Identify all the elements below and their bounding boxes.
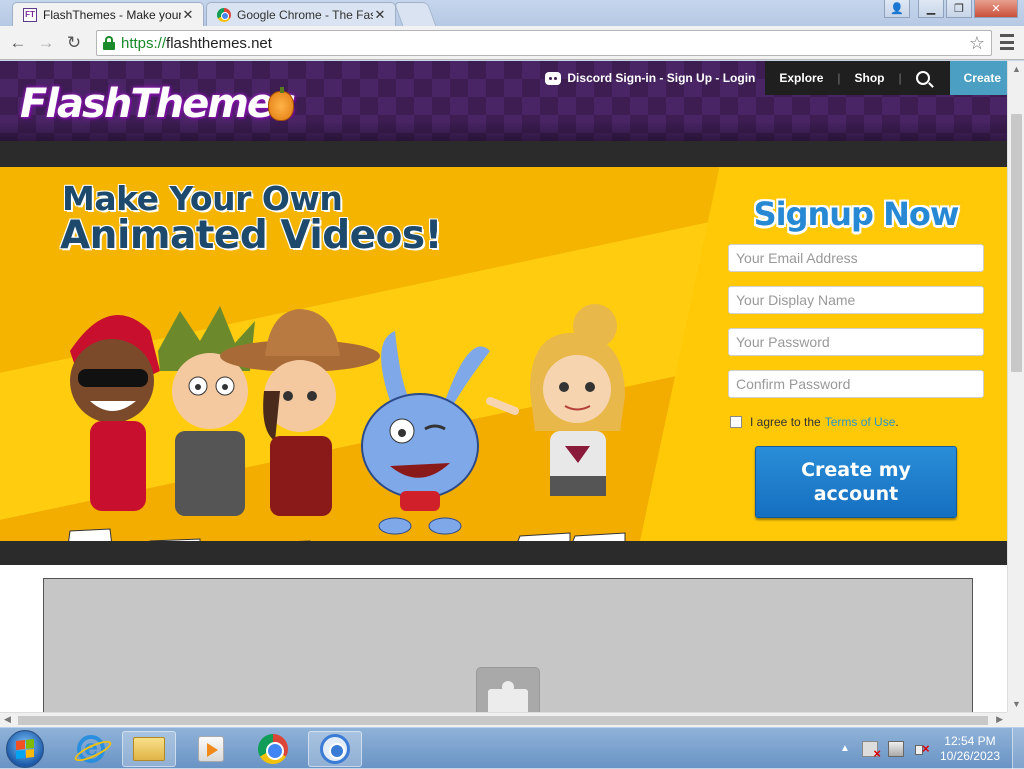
tab-flashthemes[interactable]: FT FlashThemes - Make your ✕ bbox=[12, 2, 204, 26]
email-field[interactable] bbox=[728, 244, 984, 272]
bookmark-star-icon[interactable]: ☆ bbox=[969, 33, 985, 54]
terms-agree-suffix: . bbox=[895, 415, 899, 429]
scroll-left-arrow-icon[interactable]: ◀ bbox=[4, 714, 11, 725]
terms-agreement: I agree to the Terms of Use . bbox=[730, 415, 899, 429]
tab-title: Google Chrome - The Fas bbox=[237, 7, 373, 22]
chrome-menu-icon[interactable] bbox=[1000, 34, 1014, 50]
windows-logo-icon bbox=[16, 739, 34, 759]
scroll-right-arrow-icon[interactable]: ▶ bbox=[996, 714, 1003, 725]
discord-icon bbox=[545, 71, 562, 85]
clock-date: 10/26/2023 bbox=[939, 748, 1000, 763]
nav-separator: | bbox=[898, 71, 902, 85]
create-account-button[interactable]: Create my account bbox=[755, 446, 957, 518]
vertical-scrollbar[interactable]: ▲ ▼ bbox=[1007, 61, 1024, 712]
scroll-down-arrow-icon[interactable]: ▼ bbox=[1012, 699, 1021, 709]
browser-tab-strip: FT FlashThemes - Make your ✕ Google Chro… bbox=[0, 0, 1024, 26]
character-blue-creature bbox=[361, 331, 490, 535]
pumpkin-icon bbox=[268, 87, 294, 121]
internet-explorer-taskbar-icon[interactable] bbox=[64, 731, 118, 767]
close-window-button[interactable]: ✕ bbox=[974, 0, 1018, 18]
hero-bottom-band bbox=[0, 541, 1007, 565]
browser-toolbar: ← → ↻ https:// flashthemes.net ☆ bbox=[0, 26, 1024, 60]
tab-title: FlashThemes - Make your bbox=[43, 7, 181, 22]
character-blonde-girl bbox=[486, 304, 626, 541]
show-hidden-icons-arrow-icon[interactable]: ▲ bbox=[840, 743, 850, 754]
url-scheme: https:// bbox=[121, 34, 167, 52]
discord-signin-link[interactable]: Discord Sign-in - Sign Up - Login bbox=[545, 71, 755, 85]
system-tray: ▲ 12:54 PM 10/26/2023 bbox=[840, 728, 1024, 769]
puzzle-plugin-icon[interactable] bbox=[476, 667, 540, 712]
system-clock[interactable]: 12:54 PM 10/26/2023 bbox=[940, 734, 1000, 764]
password-field[interactable] bbox=[728, 328, 984, 356]
user-profile-icon[interactable]: 👤 bbox=[884, 0, 910, 18]
chrome-favicon-icon bbox=[217, 7, 231, 22]
windows-taskbar: ▲ 12:54 PM 10/26/2023 bbox=[0, 727, 1024, 769]
flashthemes-logo[interactable]: FlashThemes bbox=[20, 81, 296, 127]
terms-of-use-link[interactable]: Terms of Use bbox=[825, 415, 896, 429]
start-button[interactable] bbox=[6, 730, 44, 768]
action-center-flag-icon[interactable] bbox=[861, 740, 881, 761]
character-green-hair bbox=[149, 306, 255, 541]
chrome-taskbar-icon[interactable] bbox=[246, 731, 300, 767]
terms-agree-label: I agree to the bbox=[750, 415, 821, 429]
nav-shop-link[interactable]: Shop bbox=[855, 71, 885, 85]
create-account-label-line1: Create my bbox=[801, 459, 911, 481]
site-nav: Discord Sign-in - Sign Up - Login Explor… bbox=[545, 61, 1007, 95]
window-controls: 👤 ▁ ❐ ✕ bbox=[884, 0, 1018, 18]
character-red-hoodie bbox=[68, 315, 160, 541]
tab-google-chrome[interactable]: Google Chrome - The Fas ✕ bbox=[206, 2, 396, 26]
vertical-scroll-thumb[interactable] bbox=[1011, 114, 1022, 372]
url-host: flashthemes.net bbox=[166, 34, 272, 52]
signup-title: Signup Now bbox=[753, 195, 960, 233]
scroll-up-arrow-icon[interactable]: ▲ bbox=[1012, 64, 1021, 74]
nav-menu: Explore | Shop | bbox=[765, 61, 950, 95]
restore-button[interactable]: ❐ bbox=[946, 0, 972, 18]
back-arrow-icon[interactable]: ← bbox=[8, 33, 28, 53]
show-desktop-button[interactable] bbox=[1012, 728, 1024, 769]
volume-muted-icon[interactable] bbox=[914, 741, 930, 757]
tab-close-icon[interactable]: ✕ bbox=[373, 7, 387, 23]
file-explorer-taskbar-icon[interactable] bbox=[122, 731, 176, 767]
media-player-taskbar-icon[interactable] bbox=[184, 731, 238, 767]
create-account-label-line2: account bbox=[813, 483, 899, 505]
discord-signin-label: Discord Sign-in - Sign Up - Login bbox=[567, 71, 756, 85]
horizontal-scrollbar[interactable]: ◀ ▶ bbox=[0, 712, 1007, 727]
new-tab-button[interactable] bbox=[393, 2, 437, 26]
header-divider-band bbox=[0, 141, 1007, 167]
confirm-password-field[interactable] bbox=[728, 370, 984, 398]
network-icon[interactable] bbox=[887, 740, 904, 757]
address-bar[interactable]: https:// flashthemes.net ☆ bbox=[96, 30, 992, 56]
forward-arrow-icon[interactable]: → bbox=[36, 33, 56, 53]
nav-separator: | bbox=[837, 71, 841, 85]
plugin-placeholder[interactable] bbox=[43, 578, 973, 712]
display-name-field[interactable] bbox=[728, 286, 984, 314]
site-header: FlashThemes Discord Sign-in - Sign Up - … bbox=[0, 61, 1007, 141]
nav-create-button[interactable]: Create bbox=[949, 61, 1007, 95]
chromium-taskbar-icon[interactable] bbox=[308, 731, 362, 767]
terms-checkbox[interactable] bbox=[730, 416, 742, 428]
search-icon[interactable] bbox=[915, 71, 930, 85]
horizontal-scroll-thumb[interactable] bbox=[18, 716, 988, 725]
reload-icon[interactable]: ↻ bbox=[64, 33, 84, 53]
nav-explore-link[interactable]: Explore bbox=[779, 71, 823, 85]
flashthemes-favicon-icon: FT bbox=[23, 7, 37, 22]
cartoon-characters-illustration bbox=[68, 304, 626, 541]
page-viewport: FlashThemes Discord Sign-in - Sign Up - … bbox=[0, 61, 1007, 712]
clock-time: 12:54 PM bbox=[944, 733, 996, 748]
lock-icon bbox=[103, 36, 115, 50]
minimize-button[interactable]: ▁ bbox=[918, 0, 944, 18]
hero-headline-line2: Animated Videos! bbox=[60, 213, 442, 258]
tab-close-icon[interactable]: ✕ bbox=[181, 7, 195, 23]
scrollbar-corner bbox=[1007, 712, 1024, 727]
